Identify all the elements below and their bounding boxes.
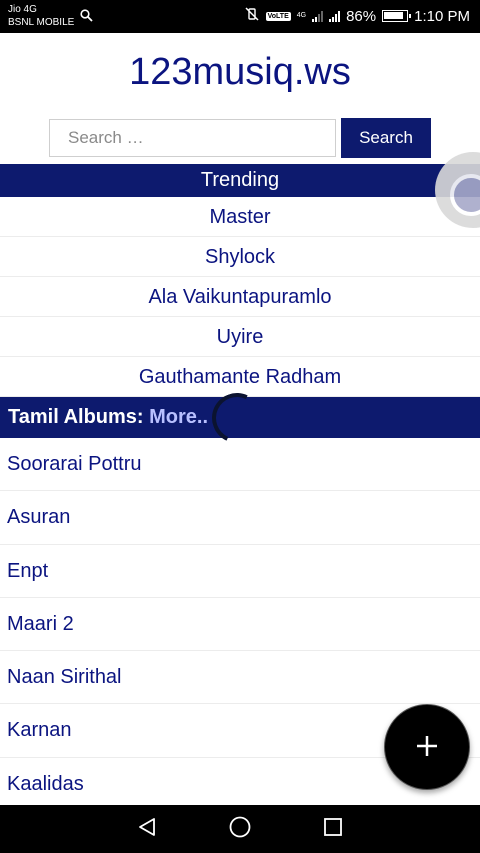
add-fab-button[interactable] bbox=[384, 704, 470, 790]
status-indicators: VoLTE 4G 86% 1:10 PM bbox=[244, 4, 470, 28]
nav-back-button[interactable] bbox=[127, 809, 167, 849]
plus-icon bbox=[415, 734, 439, 761]
screen: Jio 4G BSNL MOBILE VoLTE 4G 86% 1:10 PM … bbox=[0, 0, 480, 853]
signal-icon bbox=[312, 10, 324, 22]
album-item[interactable]: Naan Sirithal bbox=[0, 651, 480, 705]
status-bar: Jio 4G BSNL MOBILE VoLTE 4G 86% 1:10 PM bbox=[0, 0, 480, 33]
home-icon bbox=[228, 815, 252, 844]
battery-percent: 86% bbox=[346, 7, 377, 25]
signal-icon bbox=[329, 10, 341, 22]
trending-list: Master Shylock Ala Vaikuntapuramlo Uyire… bbox=[0, 197, 480, 397]
search-button[interactable]: Search bbox=[341, 118, 431, 158]
carrier-primary: Jio 4G bbox=[8, 4, 37, 15]
album-item[interactable]: Enpt bbox=[0, 545, 480, 598]
back-icon bbox=[136, 816, 158, 843]
clock: 1:10 PM bbox=[414, 7, 470, 25]
album-item[interactable]: Soorarai Pottru bbox=[0, 438, 480, 492]
mute-vibrate-icon bbox=[244, 6, 260, 26]
carrier-info: Jio 4G BSNL MOBILE bbox=[8, 3, 74, 29]
trending-header: Trending bbox=[0, 164, 480, 197]
album-item[interactable]: Maari 2 bbox=[0, 598, 480, 652]
system-nav-bar bbox=[0, 805, 480, 853]
search-icon bbox=[80, 9, 93, 27]
recents-icon bbox=[322, 816, 344, 843]
battery-icon bbox=[382, 10, 412, 22]
network-type: 4G bbox=[296, 12, 307, 19]
search-input[interactable] bbox=[49, 119, 336, 157]
trending-item[interactable]: Ala Vaikuntapuramlo bbox=[0, 277, 480, 317]
volte-badge: VoLTE bbox=[265, 11, 291, 21]
trending-item[interactable]: Uyire bbox=[0, 317, 480, 357]
album-item[interactable]: Asuran bbox=[0, 491, 480, 545]
site-title[interactable]: 123musiq.ws bbox=[0, 48, 480, 96]
more-link[interactable]: More.. bbox=[149, 406, 208, 428]
nav-recents-button[interactable] bbox=[313, 809, 353, 849]
albums-section-title: Tamil Albums: bbox=[8, 406, 144, 428]
trending-item[interactable]: Master bbox=[0, 197, 480, 237]
trending-item[interactable]: Shylock bbox=[0, 237, 480, 277]
carrier-secondary: BSNL MOBILE bbox=[8, 17, 75, 28]
nav-home-button[interactable] bbox=[220, 809, 260, 849]
trending-item[interactable]: Gauthamante Radham bbox=[0, 357, 480, 397]
